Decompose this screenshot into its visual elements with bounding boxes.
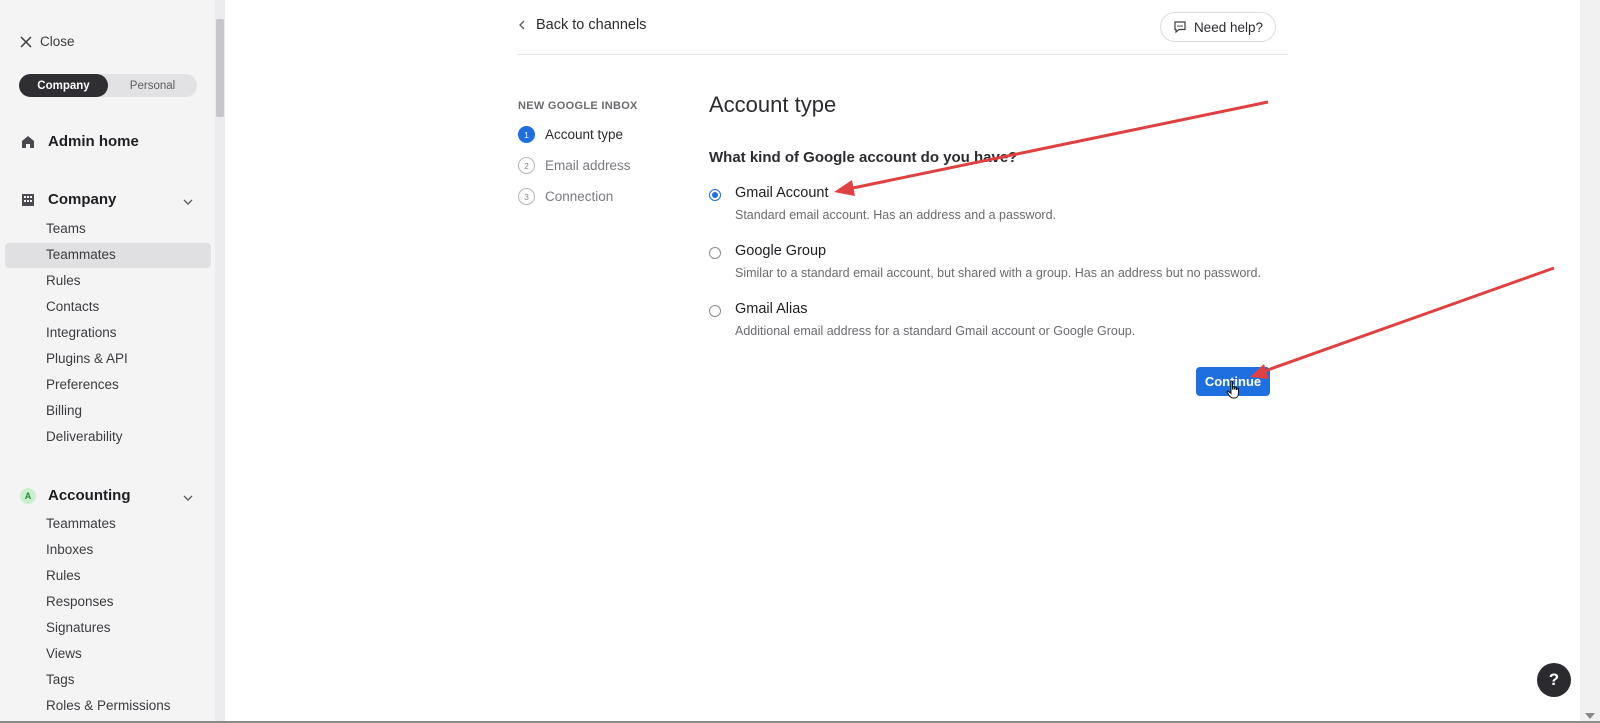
page-scrollbar[interactable] (1580, 0, 1600, 723)
sidebar-item-rules[interactable]: Rules (46, 273, 81, 288)
option-label: Gmail Account (735, 185, 829, 201)
building-icon (22, 193, 34, 206)
sidebar-item-acct-tags[interactable]: Tags (46, 672, 75, 687)
close-button[interactable]: Close (20, 34, 75, 49)
sidebar-item-acct-responses[interactable]: Responses (46, 594, 114, 609)
scope-company-tab[interactable]: Company (19, 74, 108, 97)
option-description: Similar to a standard email account, but… (735, 266, 1261, 280)
back-to-channels-link[interactable]: Back to channels (518, 17, 646, 33)
home-icon (22, 135, 34, 148)
sidebar-item-billing[interactable]: Billing (46, 403, 82, 418)
sidebar-item-acct-signatures[interactable]: Signatures (46, 620, 111, 635)
account-question: What kind of Google account do you have? (709, 149, 1018, 166)
accounting-avatar: A (20, 487, 36, 504)
step-label: Email address (545, 158, 631, 173)
sidebar-item-acct-inboxes[interactable]: Inboxes (46, 542, 93, 557)
sidebar-item-acct-roles[interactable]: Roles & Permissions (46, 698, 171, 713)
sidebar-scrollbar-thumb[interactable] (216, 19, 224, 117)
sidebar-item-teammates[interactable]: Teammates (46, 247, 116, 262)
option-label: Google Group (735, 243, 827, 259)
radio-gmail-account[interactable] (709, 189, 721, 201)
company-section-header[interactable]: Company (20, 191, 116, 208)
step-connection[interactable]: 3 Connection (518, 188, 613, 205)
close-label: Close (40, 34, 75, 49)
step-label: Connection (545, 189, 614, 204)
close-icon (20, 35, 32, 48)
step-account-type[interactable]: 1 Account type (518, 126, 623, 143)
scroll-down-arrow-icon[interactable] (1585, 713, 1595, 719)
sidebar-item-plugins-api[interactable]: Plugins & API (46, 351, 128, 366)
step-number: 2 (518, 157, 535, 174)
option-description: Standard email account. Has an address a… (735, 208, 1057, 222)
step-label: Account type (545, 127, 624, 142)
radio-gmail-alias[interactable] (709, 305, 721, 317)
radio-google-group[interactable] (709, 247, 721, 259)
chevron-down-icon[interactable] (182, 196, 194, 208)
need-help-label: Need help? (1193, 19, 1263, 35)
sidebar-item-acct-views[interactable]: Views (46, 646, 82, 661)
annotation-arrow-to-continue (1250, 266, 1555, 379)
accounting-section-header[interactable]: A Accounting (20, 487, 131, 504)
step-number: 3 (518, 188, 535, 205)
page-header: Back to channels Need help? (518, 0, 1288, 55)
sidebar-item-integrations[interactable]: Integrations (46, 325, 117, 340)
scope-toggle: Company Personal (19, 74, 197, 97)
step-number: 1 (518, 126, 535, 143)
admin-home-label: Admin home (48, 133, 139, 150)
chevron-down-icon[interactable] (182, 492, 194, 504)
step-email-address[interactable]: 2 Email address (518, 157, 631, 174)
chat-bubble-icon (1174, 21, 1186, 34)
sidebar-item-preferences[interactable]: Preferences (46, 377, 119, 392)
sidebar-item-teams[interactable]: Teams (46, 221, 86, 236)
help-fab-button[interactable]: ? (1537, 663, 1571, 697)
need-help-button[interactable]: Need help? (1159, 12, 1276, 42)
wizard-title: NEW GOOGLE INBOX (518, 100, 638, 112)
admin-home-link[interactable]: Admin home (20, 133, 139, 150)
back-label: Back to channels (536, 17, 647, 33)
sidebar: Close Company Personal Admin home Compan… (0, 0, 215, 723)
hand-cursor-icon (1226, 380, 1239, 399)
option-description: Additional email address for a standard … (735, 324, 1136, 338)
company-section-label: Company (48, 191, 117, 208)
scope-personal-tab[interactable]: Personal (108, 74, 197, 97)
option-label: Gmail Alias (735, 301, 808, 317)
sidebar-item-contacts[interactable]: Contacts (46, 299, 99, 314)
sidebar-item-deliverability[interactable]: Deliverability (46, 429, 123, 444)
sidebar-item-acct-teammates[interactable]: Teammates (46, 516, 116, 531)
chevron-left-icon (519, 20, 525, 30)
sidebar-item-acct-rules[interactable]: Rules (46, 568, 81, 583)
page-title: Account type (709, 92, 837, 117)
accounting-section-label: Accounting (48, 487, 131, 504)
